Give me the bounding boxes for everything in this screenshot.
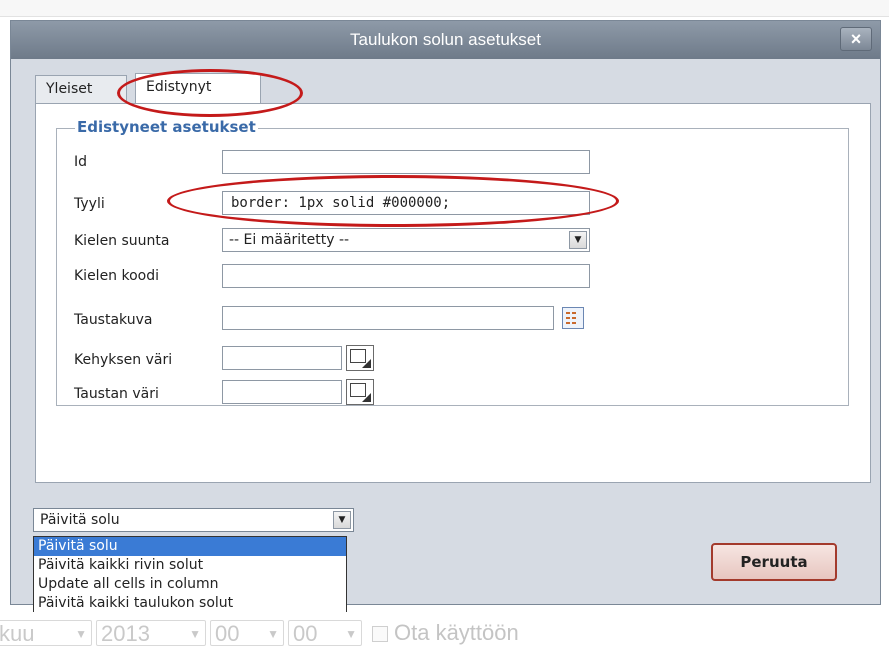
year-select[interactable]: 2013 ▼ [96, 620, 206, 646]
action-option[interactable]: Päivitä kaikki taulukon solut [34, 594, 346, 613]
style-label: Tyyli [74, 196, 105, 212]
direction-label: Kielen suunta [74, 233, 170, 249]
action-option[interactable]: Päivitä kaikki rivin solut [34, 556, 346, 575]
action-option[interactable]: Päivitä solu [34, 537, 346, 556]
background-page-controls: kuu ▼ 2013 ▼ 00 ▼ 00 ▼ Ota käyttöön [0, 612, 889, 654]
lang-code-field[interactable] [222, 264, 590, 288]
action-option[interactable]: Update all cells in column [34, 575, 346, 594]
bg-color-label: Taustan väri [74, 386, 159, 402]
enable-checkbox-label: Ota käyttöön [394, 620, 519, 645]
bg-color-picker-icon[interactable] [346, 379, 374, 405]
advanced-settings-legend: Edistyneet asetukset [75, 118, 258, 136]
bg-color-field[interactable] [222, 380, 342, 404]
border-color-label: Kehyksen väri [74, 352, 173, 368]
year-select-value: 2013 [101, 621, 150, 646]
dialog-titlebar[interactable]: Taulukon solun asetukset × [11, 21, 880, 59]
lang-code-label: Kielen koodi [74, 268, 160, 284]
cell-properties-dialog: Taulukon solun asetukset × Yleiset Edist… [10, 20, 881, 605]
dialog-title: Taulukon solun asetukset [350, 30, 541, 49]
hour-select[interactable]: 00 ▼ [210, 620, 284, 646]
bg-image-field[interactable] [222, 306, 554, 330]
tab-general-label: Yleiset [46, 81, 93, 97]
hour-select-value: 00 [215, 621, 240, 646]
chevron-down-icon[interactable]: ▼ [569, 231, 587, 249]
border-color-field[interactable] [222, 346, 342, 370]
style-field[interactable]: border: 1px solid #000000; [222, 191, 590, 215]
minute-select-value: 00 [293, 621, 318, 646]
border-color-picker-icon[interactable] [346, 345, 374, 371]
direction-select[interactable]: -- Ei määritetty -- ▼ [222, 228, 590, 252]
action-dropdown-list: Päivitä solu Päivitä kaikki rivin solut … [33, 536, 347, 614]
month-select[interactable]: kuu ▼ [0, 620, 92, 646]
bg-image-label: Taustakuva [74, 312, 153, 328]
chevron-down-icon[interactable]: ▼ [333, 511, 351, 529]
chevron-down-icon: ▼ [345, 627, 357, 641]
id-label: Id [74, 154, 88, 170]
tab-general[interactable]: Yleiset [35, 75, 127, 103]
direction-select-value: -- Ei määritetty -- [229, 232, 350, 248]
action-select[interactable]: Päivitä solu ▼ [33, 508, 354, 532]
month-select-value: kuu [0, 621, 35, 646]
background-page-strip [0, 0, 889, 17]
chevron-down-icon: ▼ [189, 627, 201, 641]
minute-select[interactable]: 00 ▼ [288, 620, 362, 646]
close-button[interactable]: × [840, 27, 872, 51]
close-icon: × [850, 29, 862, 49]
enable-checkbox[interactable] [372, 626, 388, 642]
tab-advanced[interactable]: Edistynyt [135, 73, 261, 103]
chevron-down-icon: ▼ [75, 627, 87, 641]
chevron-down-icon: ▼ [267, 627, 279, 641]
cancel-button[interactable]: Peruuta [711, 543, 837, 581]
tab-advanced-label: Edistynyt [146, 79, 212, 95]
id-field[interactable] [222, 150, 590, 174]
action-select-value: Päivitä solu [40, 512, 120, 528]
tab-panel-advanced: Edistyneet asetukset Id Tyyli border: 1p… [35, 103, 871, 483]
browse-icon[interactable] [562, 307, 584, 329]
